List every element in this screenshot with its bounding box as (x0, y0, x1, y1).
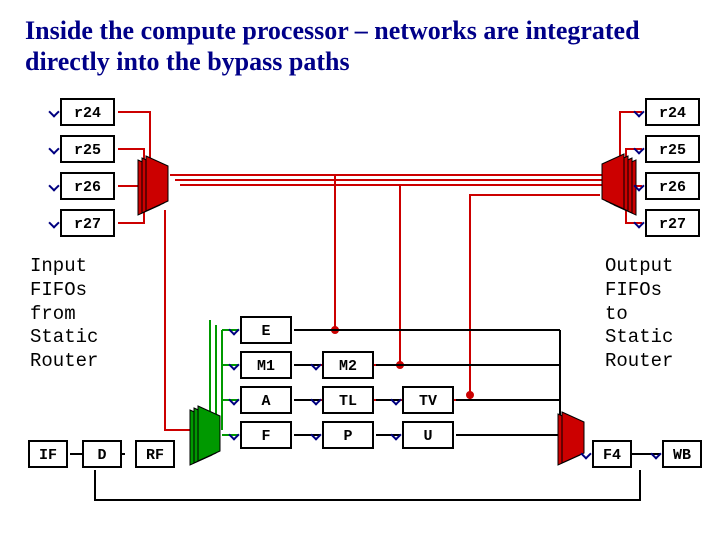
stage-f4: F4 (592, 440, 632, 468)
reg-left-r24: r24 (60, 98, 115, 126)
fu-a: A (240, 386, 292, 414)
stage-d: D (82, 440, 122, 468)
fu-tv: TV (402, 386, 454, 414)
stage-if: IF (28, 440, 68, 468)
note-output-fifos: Output FIFOs to Static Router (605, 255, 673, 374)
reg-right-r24: r24 (645, 98, 700, 126)
fu-tl: TL (322, 386, 374, 414)
fu-p: P (322, 421, 374, 449)
fu-e: E (240, 316, 292, 344)
reg-left-r27: r27 (60, 209, 115, 237)
stage-wb: WB (662, 440, 702, 468)
reg-left-r25: r25 (60, 135, 115, 163)
fu-u: U (402, 421, 454, 449)
reg-right-r27: r27 (645, 209, 700, 237)
stage-rf: RF (135, 440, 175, 468)
fu-m2: M2 (322, 351, 374, 379)
reg-left-r26: r26 (60, 172, 115, 200)
note-input-fifos: Input FIFOs from Static Router (30, 255, 98, 374)
reg-right-r26: r26 (645, 172, 700, 200)
fu-m1: M1 (240, 351, 292, 379)
reg-right-r25: r25 (645, 135, 700, 163)
fu-f: F (240, 421, 292, 449)
